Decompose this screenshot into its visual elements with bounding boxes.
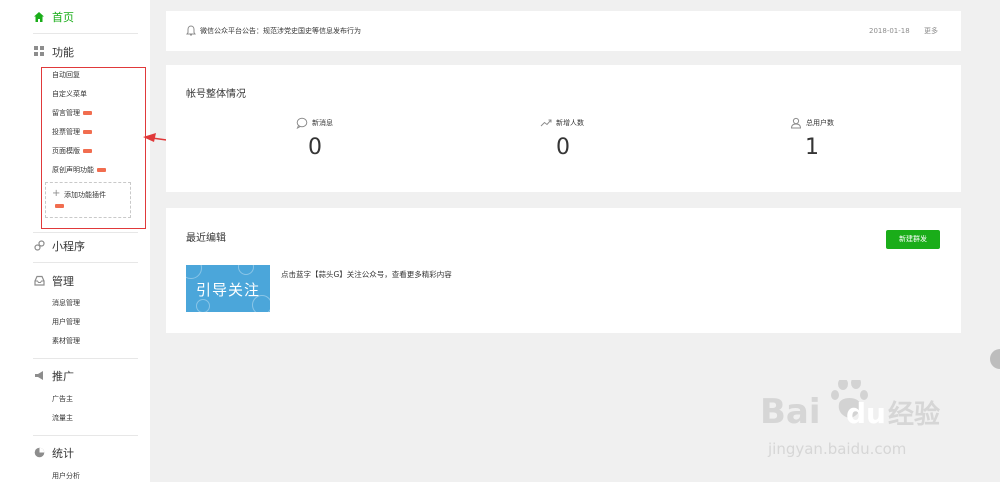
stat-value: 0 bbox=[556, 135, 570, 160]
sidebar-item-label: 首页 bbox=[52, 11, 74, 24]
sidebar-item-label: 用户管理 bbox=[52, 318, 80, 326]
sidebar-item-materials[interactable]: 素材管理 bbox=[52, 335, 80, 347]
thumbnail-text: 引导关注 bbox=[195, 281, 260, 299]
svg-text:经验: 经验 bbox=[888, 399, 940, 430]
sidebar-item-label: 小程序 bbox=[52, 240, 85, 253]
sidebar-item-user-analysis[interactable]: 用户分析 bbox=[52, 470, 80, 482]
sidebar-group-label: 推广 bbox=[52, 370, 74, 383]
sidebar-group-stats: 统计 bbox=[33, 444, 74, 462]
scroll-handle[interactable] bbox=[990, 349, 1000, 369]
new-broadcast-button[interactable]: 新建群发 bbox=[886, 230, 940, 249]
article-title[interactable]: 点击蓝字【蒜头G】关注公众号，查看更多精彩内容 bbox=[281, 269, 452, 280]
watermark-url: jingyan.baidu.com bbox=[767, 440, 906, 458]
divider bbox=[33, 435, 138, 436]
decor-circle bbox=[186, 265, 202, 279]
message-bubble-icon bbox=[296, 117, 308, 129]
notice-text[interactable]: 微信公众平台公告：规范涉党史国史等信息发布行为 bbox=[200, 25, 361, 37]
sidebar-item-label: 消息管理 bbox=[52, 299, 80, 307]
sidebar-item-users[interactable]: 用户管理 bbox=[52, 316, 80, 328]
stat-label: 新增人数 bbox=[556, 119, 584, 127]
link-icon bbox=[33, 240, 45, 252]
sidebar-item-messages[interactable]: 消息管理 bbox=[52, 297, 80, 309]
svg-text:du: du bbox=[846, 397, 886, 430]
svg-text:Bai: Bai bbox=[760, 392, 821, 432]
sidebar-group-label: 管理 bbox=[52, 275, 74, 288]
recent-title: 最近编辑 bbox=[186, 233, 226, 244]
stat-new-messages: 新消息 0 bbox=[296, 117, 416, 161]
sidebar-item-label: 广告主 bbox=[52, 395, 73, 403]
sidebar-item-label: 流量主 bbox=[52, 414, 73, 422]
highlight-box bbox=[41, 67, 146, 229]
decor-circle bbox=[196, 299, 210, 312]
home-icon bbox=[33, 11, 45, 23]
notice-bar: 微信公众平台公告：规范涉党史国史等信息发布行为 2018-01-18 更多 bbox=[166, 11, 961, 51]
notice-more-link[interactable]: 更多 bbox=[924, 25, 938, 37]
sidebar-group-promote: 推广 bbox=[33, 367, 74, 385]
stat-label: 总用户数 bbox=[806, 119, 834, 127]
divider bbox=[33, 232, 138, 233]
user-icon bbox=[790, 117, 802, 129]
sidebar-group-manage: 管理 bbox=[33, 272, 74, 290]
account-overview-panel: 帐号整体情况 新消息 0 新增人数 0 总用户数 1 bbox=[166, 65, 961, 192]
stat-value: 1 bbox=[805, 135, 819, 160]
divider bbox=[33, 358, 138, 359]
sidebar: 首页 功能 自动回复 自定义菜单 留言管理 投票管理 页面模版 原创声明功能 +… bbox=[0, 0, 150, 482]
sidebar-item-publisher[interactable]: 流量主 bbox=[52, 412, 73, 424]
sidebar-group-label: 统计 bbox=[52, 447, 74, 460]
bell-icon bbox=[186, 25, 196, 36]
sidebar-item-advertiser[interactable]: 广告主 bbox=[52, 393, 73, 405]
notice-date: 2018-01-18 bbox=[869, 27, 910, 35]
stat-new-followers: 新增人数 0 bbox=[540, 117, 660, 161]
trend-up-icon bbox=[540, 119, 552, 127]
megaphone-icon bbox=[33, 370, 45, 382]
stat-label: 新消息 bbox=[312, 119, 333, 127]
grid-icon bbox=[33, 46, 45, 58]
sidebar-item-label: 用户分析 bbox=[52, 472, 80, 480]
overview-title: 帐号整体情况 bbox=[186, 89, 246, 100]
recent-edits-panel: 最近编辑 新建群发 引导关注 点击蓝字【蒜头G】关注公众号，查看更多精彩内容 bbox=[166, 208, 961, 333]
inbox-icon bbox=[33, 275, 45, 287]
divider bbox=[33, 33, 138, 34]
decor-circle bbox=[238, 265, 254, 275]
baidu-jingyan-watermark-logo: Bai du 经验 jingyan.baidu.com bbox=[760, 380, 940, 458]
sidebar-group-label: 功能 bbox=[52, 46, 74, 59]
stat-total-users: 总用户数 1 bbox=[790, 117, 910, 161]
sidebar-item-mini-program[interactable]: 小程序 bbox=[33, 237, 85, 255]
article-thumbnail[interactable]: 引导关注 bbox=[186, 265, 270, 312]
pie-chart-icon bbox=[33, 447, 45, 459]
sidebar-group-features: 功能 bbox=[33, 43, 74, 61]
sidebar-item-label: 素材管理 bbox=[52, 337, 80, 345]
stat-value: 0 bbox=[308, 135, 322, 160]
divider bbox=[33, 262, 138, 263]
sidebar-item-home[interactable]: 首页 bbox=[33, 8, 74, 26]
